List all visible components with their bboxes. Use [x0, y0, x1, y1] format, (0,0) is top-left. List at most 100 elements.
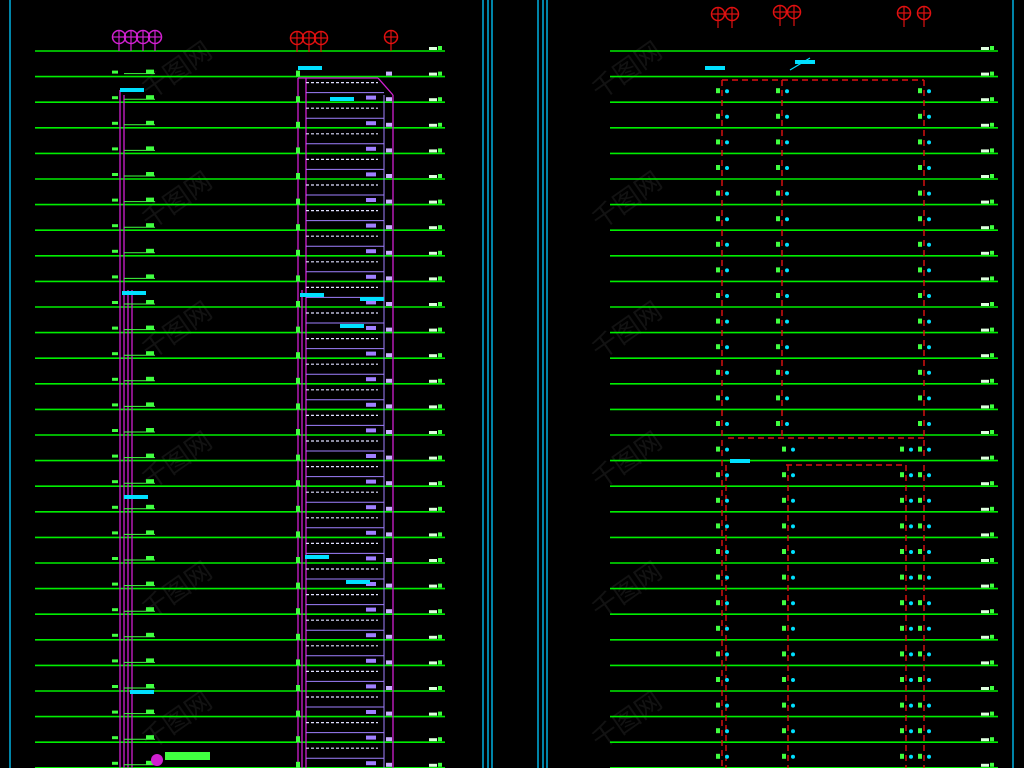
floor-level-mark [429, 456, 437, 460]
valve-tag [918, 369, 922, 375]
valve-tag [716, 523, 720, 529]
floor-level-tag [990, 327, 994, 332]
floor-level-mark [981, 72, 989, 76]
sprinkler-point [725, 294, 729, 298]
sprinkler-point [791, 601, 795, 606]
valve-tag [296, 147, 300, 154]
floor-level-mark [429, 303, 437, 306]
sprinkler-point [725, 754, 729, 759]
valve-tag [900, 600, 904, 606]
valve-tag [296, 480, 300, 487]
valve-tag [146, 530, 154, 535]
floor-level-mark [981, 277, 989, 281]
sprinkler-point [725, 422, 729, 426]
valve-tag [918, 651, 922, 657]
floor-level-tag [438, 46, 442, 50]
branch-tag [366, 633, 376, 638]
sprinkler-point [791, 703, 795, 708]
valve-tag [776, 88, 780, 94]
floor-level-tag [438, 532, 442, 537]
valve-tag [146, 248, 154, 253]
floor-level-mark [429, 405, 437, 409]
valve-tag [146, 376, 154, 381]
valve-tag [918, 293, 922, 298]
floor-level-mark [429, 661, 437, 665]
valve-tag [146, 581, 154, 586]
branch-tag [366, 684, 376, 689]
watermark-text: 千图网 [587, 36, 668, 105]
sprinkler-point [927, 626, 931, 631]
floor-level-mark [429, 635, 437, 639]
valve-tag [386, 737, 392, 742]
sprinkler-point [927, 114, 931, 119]
floor-level-tag [990, 353, 994, 358]
sprinkler-point [927, 678, 931, 682]
valve-tag [716, 395, 720, 401]
floor-level-tag [990, 404, 994, 409]
pipe-size-label [122, 291, 146, 295]
sprinkler-point [909, 678, 913, 682]
pipe-size-label [730, 459, 750, 463]
pipe-size-label [130, 690, 154, 694]
pipe-size-label [124, 495, 148, 499]
valve-tag [296, 557, 300, 563]
sprinkler-point [785, 242, 789, 247]
valve-tag [146, 428, 154, 432]
left-sheet-inner-border [487, 0, 493, 768]
sprinkler-point [791, 498, 795, 503]
valve-tag [146, 325, 154, 330]
valve-tag [900, 728, 904, 734]
valve-tag [146, 735, 154, 740]
floor-level-tag [438, 558, 442, 562]
pipe-size-label [305, 555, 329, 559]
valve-tag [782, 651, 786, 657]
sprinkler-point [909, 473, 913, 478]
valve-tag [112, 198, 118, 202]
valve-tag [112, 736, 118, 740]
sprinkler-point [791, 678, 795, 682]
valve-tag [386, 481, 392, 486]
valve-tag [296, 659, 300, 666]
valve-tag [386, 378, 392, 383]
sprinkler-point [791, 626, 795, 631]
branch-tag [366, 198, 376, 202]
floor-level-tag [438, 711, 442, 716]
sprinkler-point [927, 729, 931, 734]
floor-level-mark [981, 379, 989, 383]
floor-level-tag [438, 302, 442, 306]
floor-level-tag [990, 148, 994, 153]
sprinkler-point [909, 652, 913, 657]
floor-level-tag [990, 506, 994, 511]
sprinkler-point [927, 575, 931, 580]
floor-level-tag [990, 122, 994, 127]
floor-level-mark [429, 47, 437, 50]
sprinkler-point [909, 703, 913, 708]
valve-tag [900, 651, 904, 657]
valve-tag [918, 472, 922, 478]
valve-tag [716, 625, 720, 631]
floor-level-mark [429, 200, 437, 204]
valve-tag [296, 70, 300, 77]
floor-level-mark [429, 72, 437, 76]
floor-level-tag [990, 225, 994, 230]
watermark-text: 千图网 [137, 556, 218, 625]
valve-tag [112, 531, 118, 535]
valve-tag [716, 113, 720, 119]
valve-tag [146, 120, 154, 125]
sprinkler-point [785, 217, 789, 222]
sprinkler-point [725, 447, 729, 452]
valve-tag [146, 351, 154, 356]
sprinkler-point [927, 294, 931, 298]
sprinkler-head-icon [301, 30, 317, 52]
valve-tag [146, 197, 154, 202]
valve-tag [776, 293, 780, 298]
valve-tag [112, 480, 118, 484]
valve-tag [918, 139, 922, 145]
sprinkler-point [927, 447, 931, 452]
valve-tag [112, 352, 118, 356]
valve-tag [918, 625, 922, 631]
floor-level-mark [981, 482, 989, 486]
sprinkler-point [791, 473, 795, 478]
valve-tag [776, 216, 780, 222]
branch-tag [366, 146, 376, 151]
